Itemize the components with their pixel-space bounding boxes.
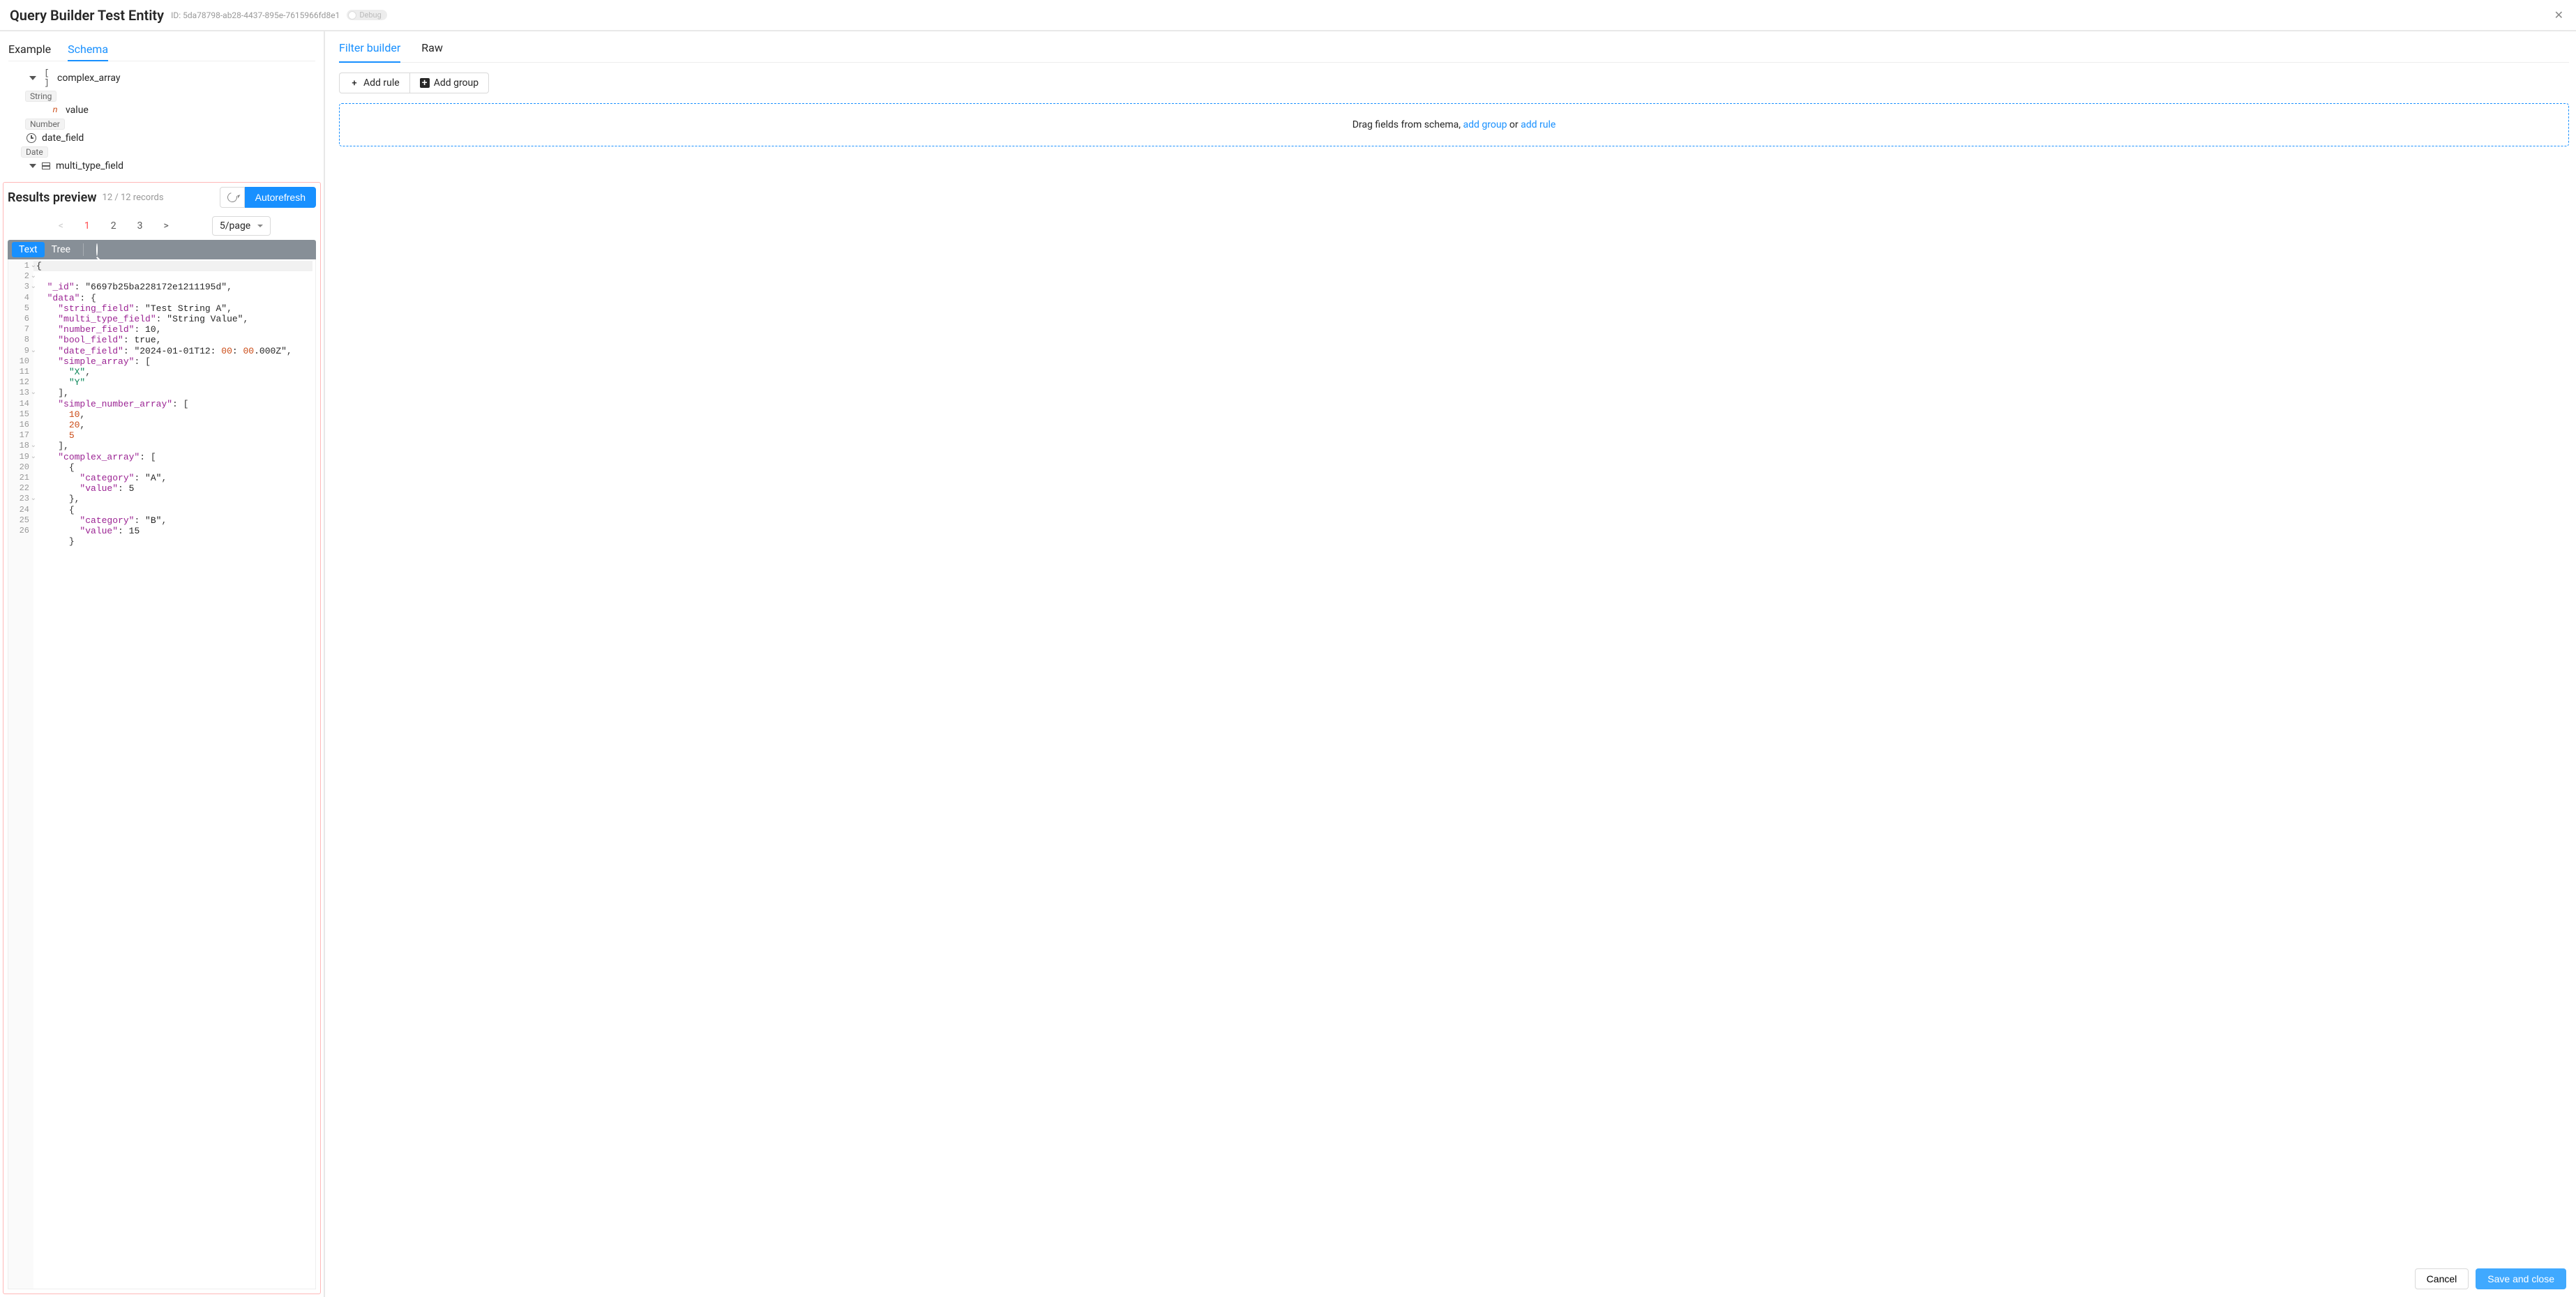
- clock-icon: [27, 133, 36, 143]
- entity-id: ID: 5da78798-ab28-4437-895e-7615966fd8e1: [171, 10, 340, 20]
- add-group-button[interactable]: + Add group: [409, 73, 489, 93]
- n-icon: n: [50, 105, 60, 115]
- pagination: < 1 2 3 > 5/page: [8, 216, 316, 236]
- page-1[interactable]: 1: [79, 218, 96, 234]
- page-3[interactable]: 3: [132, 218, 149, 234]
- autorefresh-button[interactable]: Autorefresh: [245, 187, 316, 208]
- results-title: Results preview: [8, 190, 97, 205]
- schema-tree: [ ] complex_array String n value Number …: [8, 66, 315, 174]
- view-toolbar: Text Tree: [8, 240, 316, 259]
- code-viewer[interactable]: 1234567891011121314151617181920212223242…: [8, 259, 316, 1289]
- tree-node-date-field[interactable]: date_field: [8, 130, 315, 146]
- tab-filter-builder[interactable]: Filter builder: [339, 37, 400, 63]
- page-next[interactable]: >: [158, 218, 174, 234]
- page-size-select[interactable]: 5/page: [212, 216, 271, 236]
- reload-icon: [225, 190, 239, 204]
- tree-node-complex-array[interactable]: [ ] complex_array: [8, 66, 315, 91]
- type-tag-string: String: [25, 91, 57, 102]
- results-preview-panel: Results preview 12 / 12 records Autorefr…: [3, 182, 321, 1294]
- save-button[interactable]: Save and close: [2476, 1268, 2566, 1289]
- tab-raw[interactable]: Raw: [421, 37, 443, 62]
- tab-example[interactable]: Example: [8, 38, 51, 61]
- right-tabs: Filter builder Raw: [339, 31, 2569, 63]
- toggle-knob-icon: [348, 11, 356, 20]
- table-icon: [42, 162, 50, 169]
- refresh-button[interactable]: [220, 187, 245, 208]
- tree-node-value[interactable]: n value: [8, 102, 315, 119]
- tab-schema[interactable]: Schema: [68, 38, 108, 61]
- chevron-down-icon: [29, 164, 36, 168]
- debug-toggle[interactable]: Debug: [347, 10, 386, 20]
- footer-actions: Cancel Save and close: [2405, 1261, 2576, 1296]
- plus-icon: +: [349, 78, 359, 88]
- type-tag-date: Date: [21, 146, 48, 158]
- page-prev[interactable]: <: [53, 218, 69, 234]
- view-text-button[interactable]: Text: [12, 242, 45, 257]
- page-2[interactable]: 2: [105, 218, 122, 234]
- type-tag-number: Number: [25, 119, 65, 130]
- record-count: 12 / 12 records: [103, 192, 164, 203]
- dropzone-add-rule-link[interactable]: add rule: [1521, 119, 1556, 130]
- search-icon: [96, 243, 98, 256]
- dropzone-add-group-link[interactable]: add group: [1463, 119, 1507, 130]
- view-tree-button[interactable]: Tree: [45, 242, 77, 257]
- chevron-down-icon: [29, 76, 36, 80]
- search-button[interactable]: [89, 242, 105, 257]
- tree-node-multi-type[interactable]: multi_type_field: [8, 158, 315, 174]
- left-tabs: Example Schema: [8, 38, 315, 61]
- filter-dropzone[interactable]: Drag fields from schema, add group or ad…: [339, 103, 2569, 146]
- header-bar: Query Builder Test Entity ID: 5da78798-a…: [0, 0, 2576, 31]
- plus-square-icon: +: [420, 78, 430, 88]
- add-rule-button[interactable]: + Add rule: [339, 73, 409, 93]
- close-icon[interactable]: ✕: [2552, 6, 2566, 24]
- page-title: Query Builder Test Entity: [10, 7, 164, 24]
- brackets-icon: [ ]: [42, 68, 52, 88]
- cancel-button[interactable]: Cancel: [2415, 1268, 2469, 1289]
